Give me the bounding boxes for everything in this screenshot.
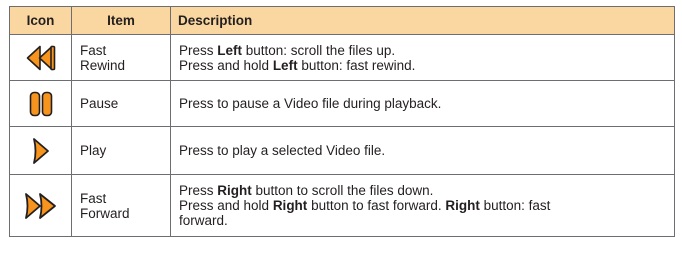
table-row-fast-forward: Fast Forward Press Right button to scrol…: [9, 174, 675, 237]
pause-icon: [29, 91, 52, 116]
fast-rewind-icon: [26, 45, 55, 70]
fast-forward-icon: [24, 192, 56, 219]
desc-fast-forward: Press Right button to scroll the files d…: [170, 174, 675, 237]
desc-pause: Press to pause a Video file during playb…: [170, 80, 675, 127]
desc-play: Press to play a selected Video file.: [170, 126, 675, 175]
item-pause: Pause: [71, 80, 171, 127]
item-play: Play: [71, 126, 171, 175]
header-description: Description: [170, 6, 675, 35]
desc-fast-rewind: Press Left button: scroll the files up. …: [170, 34, 675, 81]
item-fast-forward: Fast Forward: [71, 174, 171, 237]
table-row-fast-rewind: Fast Rewind Press Left button: scroll th…: [9, 34, 675, 81]
play-icon: [32, 137, 49, 164]
header-icon: Icon: [9, 6, 72, 35]
table-row-pause: Pause Press to pause a Video file during…: [9, 80, 675, 127]
header-item: Item: [71, 6, 171, 35]
header-row: Icon Item Description: [9, 6, 675, 35]
controls-table: Icon Item Description Fast Rewind Press …: [9, 6, 675, 237]
table-row-play: Play Press to play a selected Video file…: [9, 126, 675, 175]
item-fast-rewind: Fast Rewind: [71, 34, 171, 81]
